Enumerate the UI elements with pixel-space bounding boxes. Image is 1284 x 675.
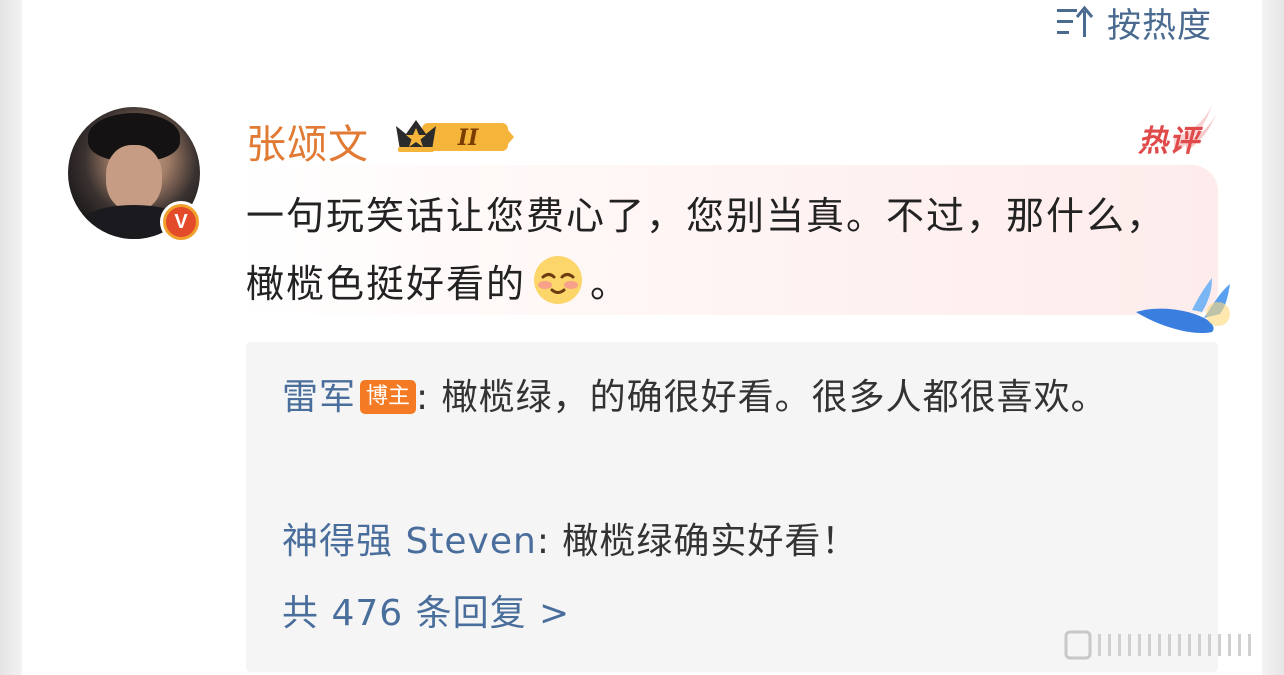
- shy-smile-emoji-icon: [534, 256, 583, 304]
- author-badge: 博主: [360, 380, 417, 414]
- sort-by-hot-button[interactable]: 按热度: [1055, 0, 1212, 46]
- whale-decoration-icon: [1136, 278, 1230, 334]
- reply-text: 橄榄绿确实好看！: [562, 521, 859, 562]
- hot-comment-label: 热评: [1138, 124, 1200, 159]
- verified-v-letter: V: [166, 207, 196, 237]
- watermark-logo: [1064, 630, 1251, 660]
- reply-item[interactable]: 雷军 博主: 橄榄绿，的确很好看。很多人都很喜欢。: [282, 364, 1182, 432]
- avatar-face: [106, 145, 162, 211]
- reply-item[interactable]: 神得强 Steven: 橄榄绿确实好看！: [282, 508, 1182, 576]
- reply-username[interactable]: 神得强 Steven: [282, 521, 537, 562]
- reply-separator: :: [416, 377, 442, 418]
- right-edge: [1262, 0, 1284, 675]
- crown-level-icon: II: [396, 120, 514, 152]
- reply-username[interactable]: 雷军: [282, 377, 356, 418]
- sort-icon: [1057, 5, 1094, 37]
- comment-text-body: 一句玩笑话让您费心了，您别当真。不过，那什么，橄榄色挺好看的: [246, 194, 1167, 306]
- view-more-replies-link[interactable]: 共 476 条回复 >: [282, 584, 570, 636]
- level-text: II: [457, 125, 479, 151]
- left-edge: [0, 0, 22, 675]
- comment-username[interactable]: 张颂文: [246, 112, 369, 170]
- comment-text-end: 。: [590, 262, 631, 306]
- reply-text: 橄榄绿，的确很好看。很多人都很喜欢。: [441, 377, 1108, 418]
- sort-label: 按热度: [1107, 5, 1212, 46]
- verified-v-badge-icon: V: [160, 201, 202, 243]
- comment-text: 一句玩笑话让您费心了，您别当真。不过，那什么，橄榄色挺好看的 。: [246, 182, 1176, 318]
- reply-separator: :: [536, 521, 563, 562]
